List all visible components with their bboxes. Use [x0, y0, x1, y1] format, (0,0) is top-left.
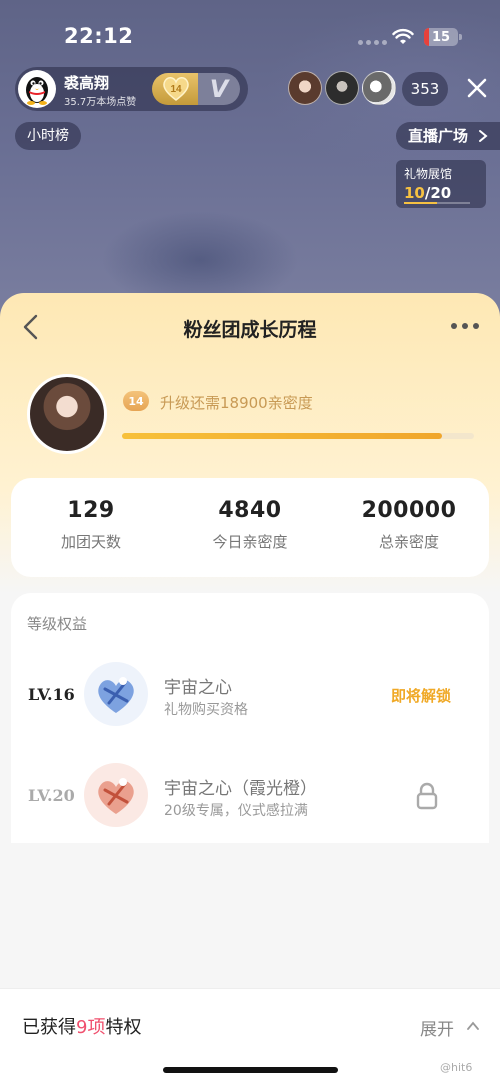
lock-icon	[416, 782, 438, 810]
unlock-soon-label: 即将解锁	[391, 687, 452, 705]
stats-card: 129 加团天数 4840 今日亲密度 200000 总亲密度	[11, 478, 489, 577]
hourly-rank-button[interactable]: 小时榜	[15, 122, 81, 150]
chevron-right-icon	[479, 130, 488, 142]
benefit-level: LV.20	[28, 786, 75, 805]
gift-hall-widget[interactable]: 礼物展馆 10/20	[396, 160, 486, 208]
benefit-row-lv20[interactable]: LV.20 宇宙之心（霞光橙） 20级专属，仪式感拉满	[11, 756, 489, 836]
cosmic-heart-gift-icon	[84, 662, 148, 726]
watermark: @hit6	[440, 1061, 473, 1074]
expand-button[interactable]: 展开	[420, 1015, 454, 1040]
svg-text:14: 14	[170, 84, 182, 95]
stat-label: 加团天数	[60, 533, 121, 551]
gift-hall-title: 礼物展馆	[404, 167, 453, 181]
cosmic-heart-orange-gift-icon	[84, 763, 148, 827]
close-icon[interactable]	[463, 74, 491, 102]
v-badge[interactable]: V	[198, 73, 240, 105]
signal-icon	[358, 40, 387, 45]
battery-icon: 15	[424, 28, 458, 46]
more-icon[interactable]	[451, 323, 479, 329]
home-indicator[interactable]	[163, 1067, 338, 1073]
gift-hall-progress-text: 10/20	[404, 184, 452, 202]
benefit-name: 宇宙之心	[164, 678, 232, 698]
benefits-card: 等级权益 LV.16 宇宙之心 礼物购买资格 即将解锁 LV.20 宇宙之心（霞…	[11, 593, 489, 843]
stat-label: 今日亲密度	[212, 533, 288, 551]
fan-avatar[interactable]	[27, 374, 107, 454]
wifi-icon	[392, 28, 414, 44]
stat-value: 129	[67, 498, 115, 523]
stat-value: 4840	[218, 498, 282, 523]
sheet-title: 粉丝团成长历程	[183, 319, 317, 341]
status-bar: 22:12 15	[0, 0, 500, 70]
host-likes: 35.7万本场点赞	[64, 97, 137, 108]
battery-cap	[459, 34, 462, 40]
privilege-count: 9项	[76, 1017, 106, 1038]
gift-hall-progress-bar	[404, 202, 470, 204]
host-info[interactable]: 裘高翔 35.7万本场点赞 14 V	[15, 67, 248, 111]
viewer-count[interactable]: 353	[402, 72, 448, 106]
upgrade-progress-bar	[122, 433, 474, 439]
status-time: 22:12	[64, 24, 134, 48]
stat-join-days: 129 加团天数	[11, 498, 171, 552]
qq-penguin-icon	[26, 77, 48, 105]
privilege-footer: 已获得9项特权 展开 @hit6	[0, 988, 500, 1084]
viewer-avatar-1[interactable]	[288, 71, 322, 105]
stat-total-intimacy: 200000 总亲密度	[329, 498, 489, 552]
privilege-summary: 已获得9项特权	[22, 1017, 142, 1038]
benefit-row-lv16[interactable]: LV.16 宇宙之心 礼物购买资格 即将解锁	[11, 655, 489, 735]
stat-value: 200000	[361, 498, 457, 523]
viewer-avatar-3[interactable]	[362, 71, 396, 105]
chevron-up-icon[interactable]	[466, 1019, 480, 1033]
viewer-avatar-2[interactable]	[325, 71, 359, 105]
benefit-level: LV.16	[28, 685, 75, 704]
benefit-description: 20级专属，仪式感拉满	[164, 803, 308, 819]
stat-label: 总亲密度	[378, 533, 439, 551]
fan-club-badge[interactable]: 14	[152, 73, 200, 105]
stat-today-intimacy: 4840 今日亲密度	[170, 498, 330, 552]
host-name: 裘高翔	[64, 74, 110, 92]
host-avatar[interactable]	[18, 70, 56, 108]
upgrade-hint: 升级还需18900亲密度	[160, 394, 313, 412]
benefit-name: 宇宙之心（霞光橙）	[164, 779, 317, 799]
fan-club-sheet: 粉丝团成长历程 14 升级还需18900亲密度 129 加团天数 4840 今日…	[0, 293, 500, 1084]
fan-level-badge: 14	[123, 391, 149, 411]
live-square-label: 直播广场	[408, 127, 469, 145]
benefit-description: 礼物购买资格	[164, 702, 248, 718]
live-square-button[interactable]: 直播广场	[396, 122, 500, 150]
heart-icon: 14	[163, 77, 189, 101]
battery-level: 15	[431, 29, 451, 45]
benefits-header: 等级权益	[27, 615, 88, 633]
